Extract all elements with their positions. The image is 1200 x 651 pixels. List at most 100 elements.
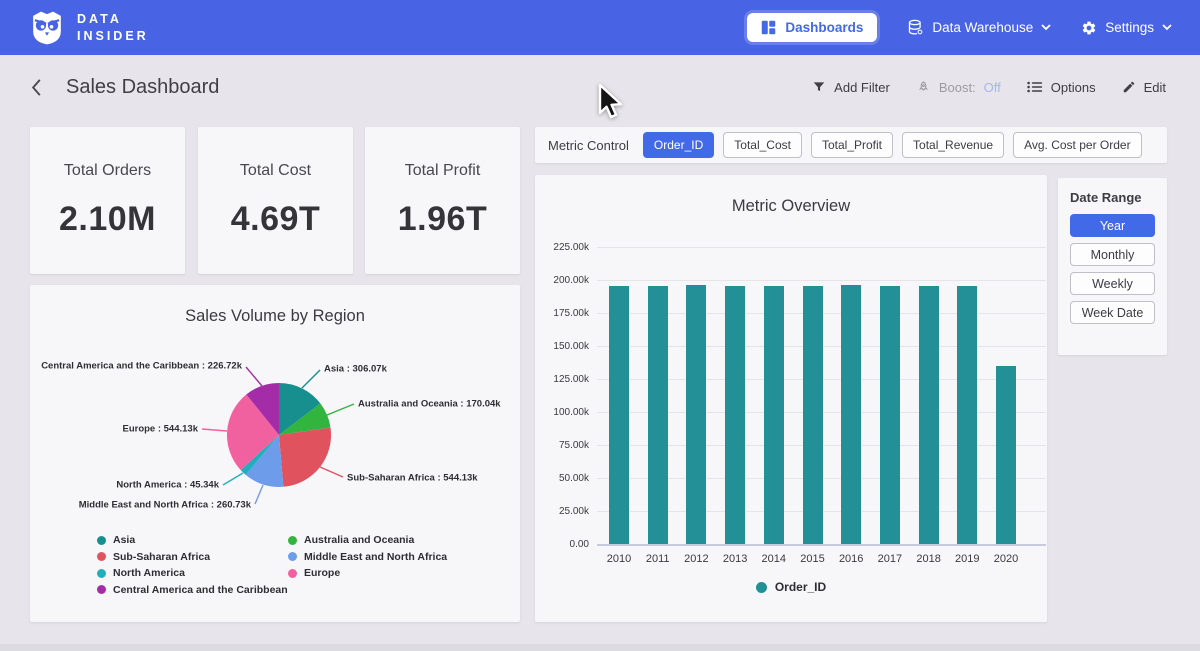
nav-data-warehouse-button[interactable]: Data Warehouse <box>907 19 1051 36</box>
add-filter-button[interactable]: Add Filter <box>812 80 890 95</box>
bar-2016[interactable] <box>841 285 861 544</box>
pie-slice-sub-saharan-africa[interactable] <box>279 428 331 487</box>
metric-option-total-cost[interactable]: Total_Cost <box>723 132 802 158</box>
chevron-down-icon <box>1041 24 1051 31</box>
bar-2012[interactable] <box>686 285 706 544</box>
pie-slice-label-central-america-and-the-caribbean: Central America and the Caribbean : 226.… <box>41 361 242 372</box>
legend-item-north-america[interactable]: North America <box>97 567 185 579</box>
legend-item-sub-saharan-africa[interactable]: Sub-Saharan Africa <box>97 551 210 563</box>
legend-item-asia[interactable]: Asia <box>97 534 135 546</box>
pie-slice-label-asia: Asia : 306.07k <box>324 364 387 375</box>
options-list-icon <box>1027 80 1043 94</box>
legend-label: Sub-Saharan Africa <box>113 551 210 563</box>
pie-chart-card: Sales Volume by Region Asia : 306.07kAus… <box>30 285 520 622</box>
boost-value: Off <box>984 80 1001 95</box>
x-tick-2020: 2020 <box>984 553 1028 565</box>
kpi-value: 2.10M <box>59 200 156 239</box>
legend-label: North America <box>113 567 185 579</box>
bar-chart-card: Metric Overview 225.00k200.00k175.00k150… <box>535 175 1047 622</box>
legend-item-central-america-and-the-caribbean[interactable]: Central America and the Caribbean <box>97 584 288 596</box>
navbar-actions: Dashboards Data Warehouse Settings <box>747 13 1172 42</box>
x-tick-2011: 2011 <box>636 553 680 565</box>
kpi-label: Total Cost <box>240 162 311 180</box>
owl-logo-icon <box>28 9 66 47</box>
chevron-down-icon <box>1162 24 1172 31</box>
metric-option-avg-cost-per-order[interactable]: Avg. Cost per Order <box>1013 132 1142 158</box>
date-option-week-date[interactable]: Week Date <box>1070 301 1155 324</box>
metric-options: Order_ID Total_Cost Total_Profit Total_Reve… <box>643 132 1142 158</box>
date-range-label: Date Range <box>1070 190 1155 205</box>
legend-item-middle-east-and-north-africa[interactable]: Middle East and North Africa <box>288 551 447 563</box>
back-chevron-icon <box>30 78 42 97</box>
y-tick-75.00k: 75.00k <box>535 440 589 451</box>
y-tick-100.00k: 100.00k <box>535 407 589 418</box>
bar-2020[interactable] <box>996 366 1016 544</box>
pie-slice-label-middle-east-and-north-africa: Middle East and North Africa : 260.73k <box>79 500 251 511</box>
legend-label: Australia and Oceania <box>304 534 414 546</box>
header-actions: Add Filter Boost: Off Options <box>812 80 1166 95</box>
kpi-card-total-orders: Total Orders 2.10M <box>30 127 185 274</box>
y-tick-125.00k: 125.00k <box>535 374 589 385</box>
legend-dot <box>97 552 106 561</box>
legend-item-europe[interactable]: Europe <box>288 567 340 579</box>
date-range-panel: Date Range Year Monthly Weekly Week Date <box>1058 178 1167 355</box>
bar-2013[interactable] <box>725 286 745 545</box>
y-tick-50.00k: 50.00k <box>535 473 589 484</box>
pie-leader-line <box>202 429 227 431</box>
bar-2018[interactable] <box>919 286 939 544</box>
boost-label: Boost: <box>939 80 976 95</box>
pie-leader-line <box>320 467 343 477</box>
nav-data-warehouse-label: Data Warehouse <box>932 20 1033 35</box>
options-button[interactable]: Options <box>1027 80 1096 95</box>
bar-2015[interactable] <box>803 286 823 544</box>
page-title: Sales Dashboard <box>66 76 219 99</box>
gridline-0.00 <box>597 544 1046 546</box>
brand-logo[interactable]: DATA INSIDER <box>28 9 149 47</box>
legend-label: Middle East and North Africa <box>304 551 447 563</box>
brand-line2: INSIDER <box>77 28 149 44</box>
bar-2017[interactable] <box>880 286 900 544</box>
legend-dot <box>97 585 106 594</box>
kpi-label: Total Orders <box>64 162 151 180</box>
pie-leader-line <box>255 485 263 504</box>
date-option-year[interactable]: Year <box>1070 214 1155 237</box>
pie-leader-line <box>302 370 320 388</box>
bar-chart-legend[interactable]: Order_ID <box>535 580 1047 594</box>
options-label: Options <box>1051 80 1096 95</box>
x-tick-2013: 2013 <box>713 553 757 565</box>
bar-2019[interactable] <box>957 286 977 544</box>
metric-option-total-revenue[interactable]: Total_Revenue <box>902 132 1004 158</box>
nav-settings-button[interactable]: Settings <box>1081 20 1172 36</box>
y-tick-25.00k: 25.00k <box>535 506 589 517</box>
date-option-weekly[interactable]: Weekly <box>1070 272 1155 295</box>
metric-option-total-profit[interactable]: Total_Profit <box>811 132 893 158</box>
edit-button[interactable]: Edit <box>1122 80 1166 95</box>
nav-dashboards-button[interactable]: Dashboards <box>747 13 877 42</box>
back-button[interactable] <box>30 78 42 97</box>
y-tick-175.00k: 175.00k <box>535 308 589 319</box>
x-tick-2016: 2016 <box>829 553 873 565</box>
legend-label: Central America and the Caribbean <box>113 584 288 596</box>
date-option-monthly[interactable]: Monthly <box>1070 243 1155 266</box>
bar-2010[interactable] <box>609 286 629 545</box>
page: DATA INSIDER Dashboards Data Warehouse <box>0 0 1200 651</box>
legend-dot <box>288 552 297 561</box>
legend-dot <box>756 582 767 593</box>
pie-slice-label-north-america: North America : 45.34k <box>116 480 219 491</box>
legend-item-australia-and-oceania[interactable]: Australia and Oceania <box>288 534 414 546</box>
metric-control-bar: Metric Control Order_ID Total_Cost Total_P… <box>535 127 1167 163</box>
x-tick-2018: 2018 <box>907 553 951 565</box>
dashboard-grid-icon <box>761 20 776 35</box>
metric-control-label: Metric Control <box>548 138 629 153</box>
kpi-label: Total Profit <box>405 162 481 180</box>
legend-label: Asia <box>113 534 135 546</box>
legend-dot <box>288 536 297 545</box>
legend-dot <box>97 536 106 545</box>
edit-label: Edit <box>1144 80 1166 95</box>
gridline-200.00k <box>597 280 1046 281</box>
boost-toggle[interactable]: Boost: Off <box>916 80 1001 95</box>
bar-2014[interactable] <box>764 286 784 544</box>
metric-option-order-id[interactable]: Order_ID <box>643 132 714 158</box>
x-tick-2019: 2019 <box>945 553 989 565</box>
bar-2011[interactable] <box>648 286 668 545</box>
